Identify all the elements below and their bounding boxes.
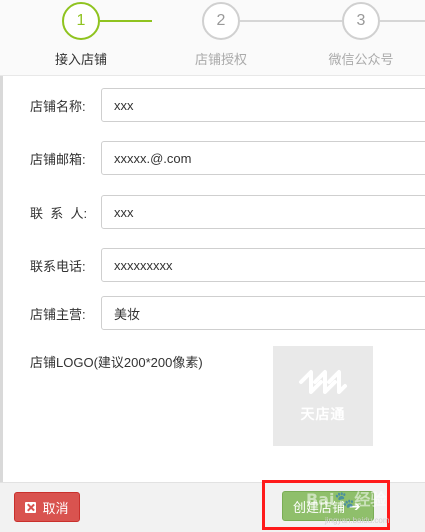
watermark-text: Bai🐾经验 (306, 490, 387, 509)
form-row-phone: 联系电话: (0, 248, 425, 282)
step-1-label: 接入店铺 (54, 52, 107, 67)
step-2-label: 店铺授权 (194, 52, 247, 67)
logo-label: 店铺LOGO(建议200*200像素) (30, 355, 203, 370)
step-2-circle[interactable]: 2 (202, 2, 240, 40)
step-1-circle[interactable]: 1 (62, 2, 100, 40)
form-row-contact: 联 系 人: (0, 195, 425, 229)
contact-label: 联 系 人: (30, 206, 88, 221)
form-row-shop-email: 店铺邮箱: (0, 141, 425, 175)
step-1-number: 1 (76, 12, 86, 29)
step-3-circle[interactable]: 3 (342, 2, 380, 40)
cancel-button[interactable]: 取消 (14, 492, 80, 522)
logo-text: 天店通 (300, 406, 346, 422)
close-icon (25, 501, 37, 513)
step-2-number: 2 (216, 12, 226, 29)
cancel-label: 取消 (42, 500, 69, 516)
step-3-label: 微信公众号 (328, 52, 394, 67)
phone-input[interactable] (101, 248, 425, 282)
logo-upload[interactable]: 天店通 (273, 346, 373, 446)
shop-email-input[interactable] (101, 141, 425, 175)
main-business-input[interactable] (101, 296, 425, 330)
shop-name-label: 店铺名称: (30, 99, 86, 114)
step-3-number: 3 (356, 12, 366, 29)
form-row-shop-name: 店铺名称: (0, 88, 425, 122)
stepper: 1 2 3 接入店铺 店铺授权 微信公众号 (0, 0, 425, 76)
main-business-label: 店铺主营: (30, 307, 86, 322)
shop-email-label: 店铺邮箱: (30, 152, 86, 167)
tiandiantong-logo-icon (299, 370, 347, 394)
watermark-url: jingyan.baidu.com (325, 516, 390, 525)
step-connector-2 (240, 20, 342, 22)
contact-input[interactable] (101, 195, 425, 229)
phone-label: 联系电话: (30, 259, 86, 274)
form-row-main-business: 店铺主营: (0, 296, 425, 330)
step-connector-3 (380, 20, 425, 22)
step-connector-1 (100, 20, 152, 22)
shop-name-input[interactable] (101, 88, 425, 122)
